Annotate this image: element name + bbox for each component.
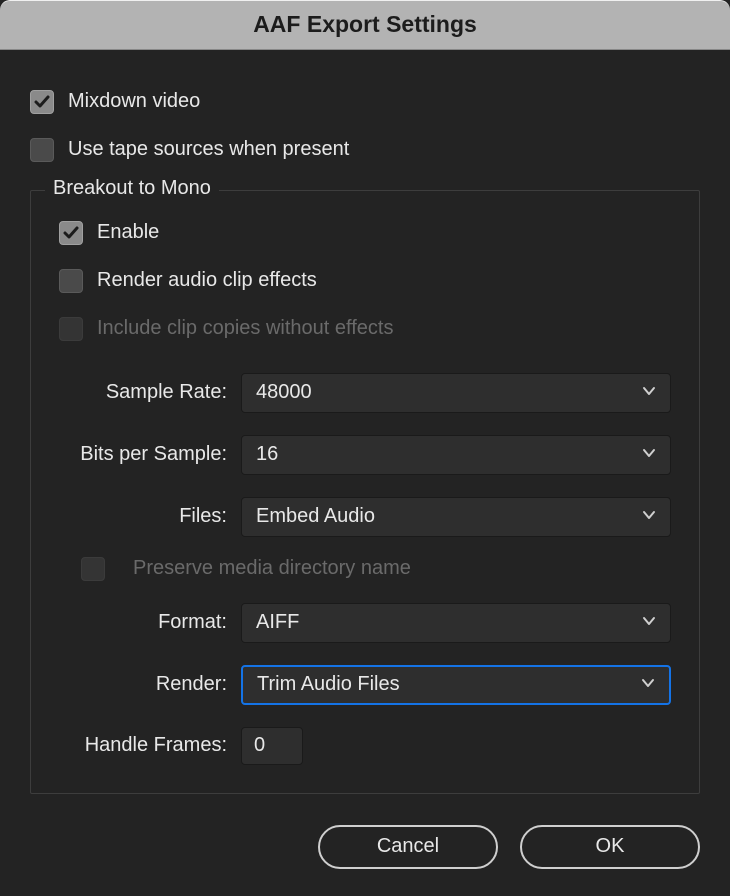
chevron-down-icon: [642, 381, 656, 404]
cancel-button[interactable]: Cancel: [318, 825, 498, 869]
enable-checkbox[interactable]: [59, 221, 83, 245]
sample-rate-select[interactable]: 48000: [241, 373, 671, 413]
check-icon: [34, 94, 50, 110]
include-copies-checkbox: [59, 317, 83, 341]
mixdown-video-row[interactable]: Mixdown video: [30, 80, 700, 124]
render-effects-checkbox[interactable]: [59, 269, 83, 293]
include-copies-label: Include clip copies without effects: [97, 317, 393, 340]
sample-rate-row: Sample Rate: 48000: [59, 373, 671, 413]
ok-button[interactable]: OK: [520, 825, 700, 869]
ok-button-label: OK: [596, 835, 625, 858]
mixdown-video-label: Mixdown video: [68, 90, 200, 113]
chevron-down-icon: [642, 611, 656, 634]
format-row: Format: AIFF: [59, 603, 671, 643]
check-icon: [63, 225, 79, 241]
dialog-footer: Cancel OK: [0, 810, 730, 896]
use-tape-sources-label: Use tape sources when present: [68, 138, 349, 161]
chevron-down-icon: [642, 505, 656, 528]
format-label: Format:: [59, 611, 227, 634]
preserve-dir-row: Preserve media directory name: [59, 557, 671, 581]
format-value: AIFF: [256, 611, 299, 634]
handle-frames-value: 0: [254, 734, 265, 757]
enable-label: Enable: [97, 221, 159, 244]
format-select[interactable]: AIFF: [241, 603, 671, 643]
files-label: Files:: [59, 505, 227, 528]
bits-per-sample-row: Bits per Sample: 16: [59, 435, 671, 475]
render-select[interactable]: Trim Audio Files: [241, 665, 671, 705]
dialog-title: AAF Export Settings: [253, 11, 477, 38]
bits-per-sample-select[interactable]: 16: [241, 435, 671, 475]
sample-rate-value: 48000: [256, 381, 312, 404]
include-copies-row: Include clip copies without effects: [59, 307, 671, 351]
render-value: Trim Audio Files: [257, 673, 400, 696]
use-tape-sources-checkbox[interactable]: [30, 138, 54, 162]
render-row: Render: Trim Audio Files: [59, 665, 671, 705]
render-effects-label: Render audio clip effects: [97, 269, 317, 292]
files-value: Embed Audio: [256, 505, 375, 528]
bits-per-sample-label: Bits per Sample:: [59, 443, 227, 466]
preserve-dir-checkbox: [81, 557, 105, 581]
mixdown-video-checkbox[interactable]: [30, 90, 54, 114]
handle-frames-input[interactable]: 0: [241, 727, 303, 765]
handle-frames-row: Handle Frames: 0: [59, 727, 671, 765]
chevron-down-icon: [641, 673, 655, 696]
handle-frames-label: Handle Frames:: [59, 734, 227, 757]
bits-per-sample-value: 16: [256, 443, 278, 466]
breakout-legend: Breakout to Mono: [45, 177, 219, 200]
dialog-titlebar: AAF Export Settings: [0, 0, 730, 50]
sample-rate-label: Sample Rate:: [59, 381, 227, 404]
aaf-export-dialog: AAF Export Settings Mixdown video Use ta…: [0, 0, 730, 896]
dialog-body: Mixdown video Use tape sources when pres…: [0, 50, 730, 810]
render-effects-row[interactable]: Render audio clip effects: [59, 259, 671, 303]
files-select[interactable]: Embed Audio: [241, 497, 671, 537]
breakout-to-mono-group: Breakout to Mono Enable Render audio cli…: [30, 190, 700, 794]
render-label: Render:: [59, 673, 227, 696]
enable-row[interactable]: Enable: [59, 211, 671, 255]
cancel-button-label: Cancel: [377, 835, 439, 858]
preserve-dir-label: Preserve media directory name: [133, 557, 411, 580]
use-tape-sources-row[interactable]: Use tape sources when present: [30, 128, 700, 172]
files-row: Files: Embed Audio: [59, 497, 671, 537]
chevron-down-icon: [642, 443, 656, 466]
